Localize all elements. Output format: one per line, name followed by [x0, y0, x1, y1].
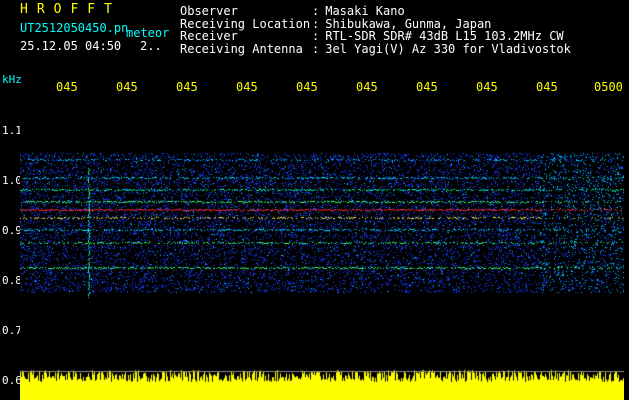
- observer-info: Observer : Masaki Kano Receiving Locatio…: [180, 5, 571, 55]
- noise-baseline-graph: [20, 368, 624, 400]
- filename-label: UT2512050450.pn: [20, 21, 129, 35]
- datetime-label: 25.12.05 04:50: [20, 39, 122, 53]
- info-sep: :: [312, 4, 320, 18]
- x-tick-label: 045: [236, 80, 258, 94]
- x-tick-label: 045: [56, 80, 78, 94]
- info-value: 3el Yagi(V) Az 330 for Vladivostok: [325, 41, 571, 56]
- spectrogram-waterfall: [20, 98, 624, 368]
- info-label: Receiving Antenna: [180, 41, 303, 56]
- x-tick-label: 0500: [594, 80, 623, 94]
- info-value: RTL-SDR SDR# 43dB L15 103.2MHz CW: [325, 29, 564, 43]
- info-label: Observer: [180, 4, 238, 18]
- hrofft-brand: HROFFT: [20, 2, 121, 17]
- info-label: Receiver: [180, 29, 238, 43]
- info-row-antenna: Receiving Antenna : 3el Yagi(V) Az 330 f…: [180, 41, 571, 56]
- info-sep: :: [312, 41, 320, 56]
- x-tick-label: 045: [476, 80, 498, 94]
- y-unit-label: kHz: [2, 73, 22, 86]
- y-tick-label: 0.6: [2, 374, 22, 387]
- x-tick-label: 045: [536, 80, 558, 94]
- x-tick-label: 045: [296, 80, 318, 94]
- x-tick-label: 045: [176, 80, 198, 94]
- meteor-label: meteor: [126, 26, 170, 40]
- y-tick-label: 0.7: [2, 324, 22, 337]
- x-tick-label: 045: [416, 80, 438, 94]
- x-tick-label: 045: [116, 80, 138, 94]
- y-tick-label: 1.1: [2, 124, 22, 137]
- y-tick-label: 0.8: [2, 274, 22, 287]
- info-value: Masaki Kano: [325, 4, 405, 18]
- y-tick-label: 1.0: [2, 174, 22, 187]
- y-tick-label: 0.9: [2, 224, 22, 237]
- counter-label: 2..: [140, 39, 162, 53]
- info-row-receiver: Receiver : RTL-SDR SDR# 43dB L15 103.2MH…: [180, 30, 571, 43]
- info-row-observer: Observer : Masaki Kano: [180, 5, 571, 18]
- info-sep: :: [312, 29, 320, 43]
- x-tick-label: 045: [356, 80, 378, 94]
